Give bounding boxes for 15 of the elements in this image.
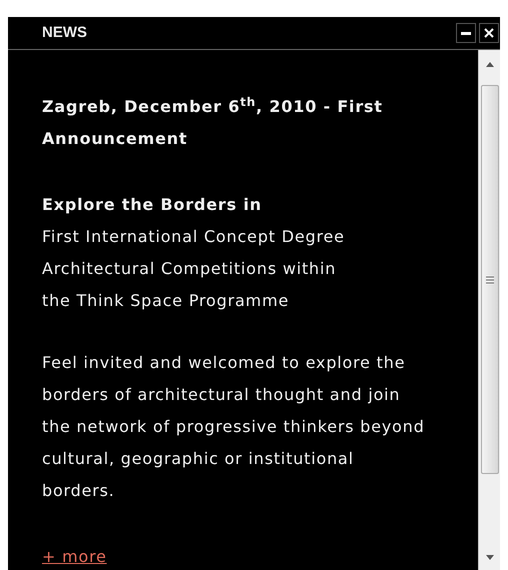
close-icon [484, 28, 494, 38]
minimize-icon [461, 32, 471, 34]
scroll-thumb[interactable] [480, 85, 498, 474]
grip-icon [486, 276, 494, 284]
news-subtitle: Explore the Borders in [42, 194, 263, 216]
scrollbar[interactable] [478, 50, 500, 570]
news-subtitle-text: First International Concept Degree Architectural Competitions within the Think Space Programme [42, 226, 346, 312]
more-link[interactable]: + more [42, 541, 107, 570]
scroll-up-icon[interactable] [486, 62, 494, 67]
news-paragraph: Feel invited and welcomed to explore the borders of architectural thought and join the network of progressive thinkers beyond cultural, geographic or institutional borders. [42, 352, 426, 502]
window-title: NEWS [42, 22, 87, 43]
scroll-down-icon[interactable] [486, 555, 494, 560]
news-heading: Zagreb, December 6$^{th}$, 2010 - First Announcement [42, 94, 384, 150]
close-button[interactable] [479, 23, 499, 43]
minimize-button[interactable] [456, 23, 476, 43]
